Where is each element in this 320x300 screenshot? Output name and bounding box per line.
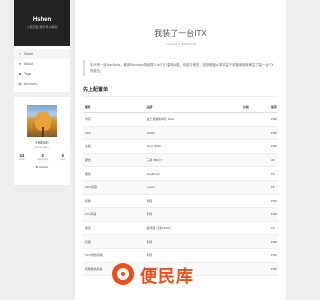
- github-link[interactable]: ✪ GitHub: [36, 165, 49, 169]
- nav-item-about[interactable]: ● About: [14, 59, 70, 69]
- nav-item-label: Tags: [24, 72, 32, 76]
- table-cell: [242, 112, 270, 127]
- table-row: 内存 金士顿骇客神条 16x2 PDD: [83, 112, 278, 127]
- table-row: CPU 12400 PDD: [83, 126, 278, 141]
- table-cell: PDD: [269, 139, 278, 154]
- author-profile: Hshen Hshen Blog 43 posts 3 categories 5…: [14, 97, 70, 185]
- nav-item-archives[interactable]: ▤ Archives: [14, 79, 70, 89]
- table-row: 主板 Asus b660i PDD: [83, 139, 278, 154]
- stat-label: posts: [19, 158, 25, 161]
- nav-item-label: About: [24, 62, 33, 66]
- table-cell: JD: [269, 153, 278, 168]
- watermark: 便民库: [112, 258, 252, 290]
- post-quote: 手头有一台MacBook，使用Windows场景很少/WTG+雷电U盘。也挺方便…: [83, 60, 276, 76]
- table-cell: 金士顿骇客神条 16x2: [145, 112, 243, 127]
- table-cell: [242, 139, 270, 154]
- section-heading: 先上配置单: [83, 86, 278, 97]
- table-cell: CPU: [83, 126, 146, 141]
- site-nav: ⌂ Home ● About ◆ Tags ▤ Archives: [14, 46, 70, 92]
- table-cell: PDD: [269, 112, 278, 127]
- author-name: Hshen: [35, 140, 49, 145]
- table-cell: PDD: [269, 194, 278, 209]
- table-cell: 扫器: [83, 234, 146, 249]
- post-content: 我装了一台ITX ◷ Posted on 2022-11-23 手头有一台Mac…: [75, 0, 286, 300]
- table-cell: 硬盘: [83, 153, 146, 168]
- column-header: 渠道: [269, 101, 278, 113]
- user-icon: ●: [18, 62, 22, 66]
- table-cell: 17G风扇: [83, 207, 146, 222]
- table-row: 电源 振南器 日金SF600 TB: [83, 221, 278, 236]
- table-body: 内存 金士顿骇客神条 16x2 PDD CPU 12400 PDD 主板 Asus b660i…: [83, 112, 278, 277]
- stat-tags[interactable]: 5 tags: [60, 153, 65, 161]
- table-cell: [242, 207, 270, 222]
- table-cell: [242, 221, 270, 236]
- table-row: CPU风扇 Lonod TB: [83, 180, 278, 195]
- table-cell: [242, 126, 270, 141]
- archive-icon: ▤: [18, 82, 22, 86]
- column-header: 价格: [242, 101, 270, 113]
- table-cell: 利民: [145, 194, 243, 209]
- table-cell: 主板: [83, 139, 146, 154]
- home-icon: ⌂: [18, 52, 22, 56]
- nav-item-tags[interactable]: ◆ Tags: [14, 69, 70, 79]
- tree-trunk: [42, 127, 44, 137]
- table-row: 散热 Aeg90 full TB: [83, 166, 278, 181]
- table-cell: PDD: [269, 262, 278, 277]
- column-header: 硬件: [83, 101, 146, 113]
- stat-label: categories: [37, 158, 49, 161]
- table-cell: PDD: [269, 234, 278, 249]
- table-cell: 内存: [83, 112, 146, 127]
- table-cell: [242, 180, 270, 195]
- post-title[interactable]: 我装了一台ITX: [75, 28, 286, 39]
- table-cell: [242, 153, 270, 168]
- table-header-row: 硬件 品牌 价格 渠道: [83, 101, 278, 113]
- site-brand[interactable]: Hshen 人若无名 便可专心练剑: [14, 0, 70, 46]
- table-row: 硬盘 三星 980 1T JD: [83, 153, 278, 168]
- table-cell: 散热: [83, 166, 146, 181]
- nav-item-home[interactable]: ⌂ Home: [14, 49, 70, 59]
- table-cell: 三星 980 1T: [145, 153, 243, 168]
- config-table: 硬件 品牌 价格 渠道 内存 金士顿骇客神条 16x2 PDD CPU 12400 PDD…: [83, 101, 278, 277]
- site-subtitle: 人若无名 便可专心练剑: [26, 25, 58, 29]
- table-cell: [242, 194, 270, 209]
- table-cell: [242, 166, 270, 181]
- watermark-logo-icon: [112, 263, 134, 285]
- table-cell: 利民: [145, 207, 243, 222]
- table-cell: Aeg90 full: [145, 166, 243, 181]
- author-description: Hshen Blog: [35, 146, 49, 149]
- column-header: 品牌: [145, 101, 243, 113]
- table-cell: 利民: [145, 234, 243, 249]
- table-cell: 电源: [83, 221, 146, 236]
- table-cell: Asus b660i: [145, 139, 243, 154]
- table-cell: PDD: [269, 126, 278, 141]
- sidebar: Hshen 人若无名 便可专心练剑 ⌂ Home ● About ◆ Tags …: [14, 0, 70, 185]
- stat-categories[interactable]: 3 categories: [37, 153, 48, 161]
- table-cell: 振南器 日金SF600: [145, 221, 243, 236]
- stat-posts[interactable]: 43 posts: [19, 153, 25, 161]
- stat-label: tags: [60, 158, 65, 161]
- site-title[interactable]: Hshen: [33, 16, 51, 24]
- table-cell: TB: [269, 180, 278, 195]
- post-meta: ◷ Posted on 2022-11-23: [165, 42, 196, 46]
- avatar: [27, 105, 57, 137]
- table-cell: 12400: [145, 126, 243, 141]
- table-cell: TB: [269, 221, 278, 236]
- table-cell: 机箱: [83, 194, 146, 209]
- table-cell: Lonod: [145, 180, 243, 195]
- table-cell: PDD: [269, 248, 278, 263]
- nav-item-label: Archives: [24, 82, 38, 86]
- site-stats: 43 posts 3 categories 5 tags: [19, 153, 65, 161]
- tag-icon: ◆: [18, 72, 22, 76]
- nav-item-label: Home: [24, 52, 34, 56]
- table-cell: PDD: [269, 207, 278, 222]
- table-row: 17G风扇 利民 PDD: [83, 207, 278, 222]
- table-cell: [242, 234, 270, 249]
- table-row: 扫器 利民 PDD: [83, 234, 278, 249]
- table-cell: CPU风扇: [83, 180, 146, 195]
- watermark-text: 便民库: [140, 266, 194, 286]
- table-row: 机箱 利民 PDD: [83, 194, 278, 209]
- table-cell: TB: [269, 166, 278, 181]
